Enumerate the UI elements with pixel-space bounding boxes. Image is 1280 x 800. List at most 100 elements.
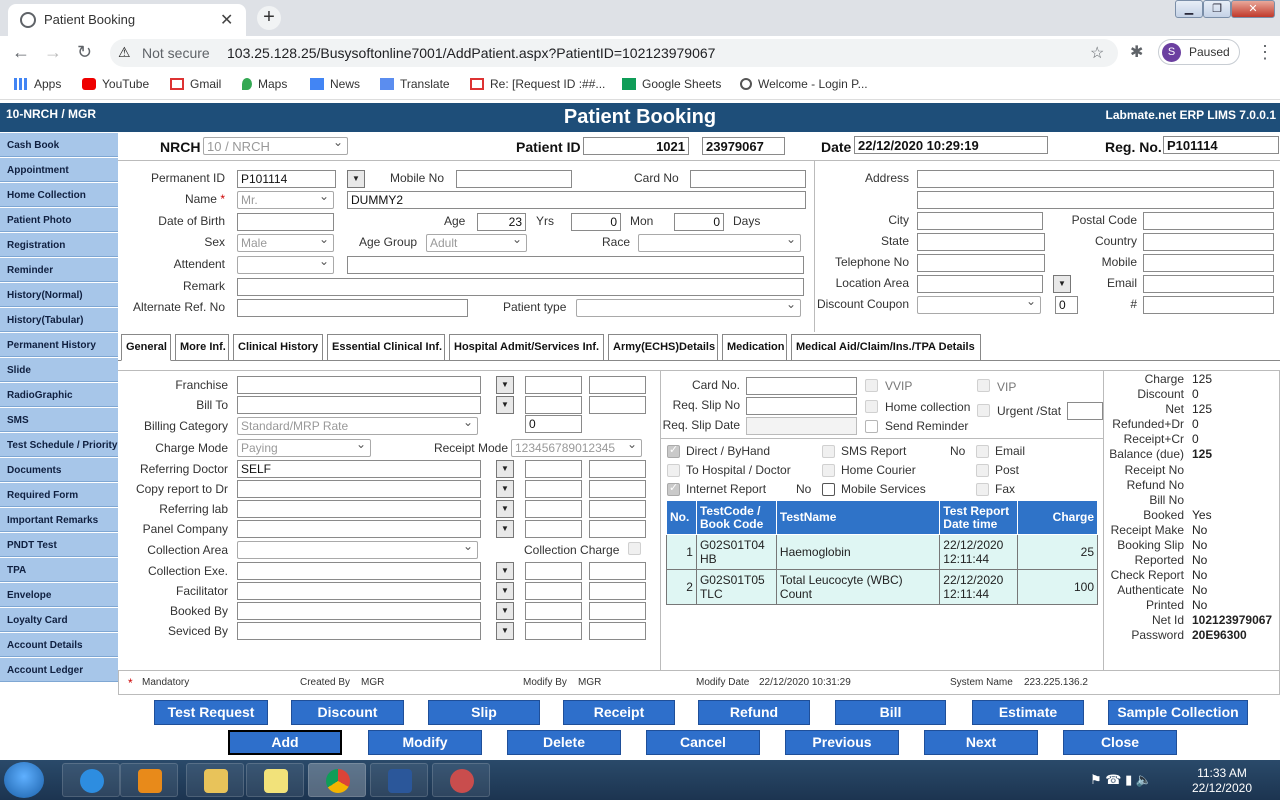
urgent-field[interactable] [1067,402,1103,420]
to-hospital-checkbox[interactable] [667,464,680,477]
sidebar-item-slide[interactable]: Slide [0,358,118,382]
billing-number-field[interactable]: 0 [525,415,582,433]
collection-exe-code-field[interactable] [525,562,582,580]
req-slip-date-field[interactable] [746,417,857,435]
bookmark-apps[interactable]: Apps [14,77,61,91]
bill-to-extra-field[interactable] [589,396,646,414]
add-button[interactable]: Add [228,730,342,755]
receipt-button[interactable]: Receipt [563,700,675,725]
copy-report-code-field[interactable] [525,480,582,498]
omnibox[interactable]: ⚠ Not secure 103.25.128.25/Busysoftonlin… [110,39,1118,67]
bookmark-youtube[interactable]: YouTube [82,77,149,91]
sidebar-item-envelope[interactable]: Envelope [0,583,118,607]
tab-army-echs-details[interactable]: Army(ECHS)Details [608,334,718,360]
start-button[interactable] [4,762,44,798]
address-line2[interactable] [917,191,1274,209]
facilitator-extra-field[interactable] [589,582,646,600]
sidebar-item-radiographic[interactable]: RadioGraphic [0,383,118,407]
facilitator-dropdown[interactable]: ▼ [496,582,514,600]
panel-company-dropdown[interactable]: ▼ [496,520,514,538]
sidebar-item-pndt-test[interactable]: PNDT Test [0,533,118,557]
facilitator-code-field[interactable] [525,582,582,600]
refund-button[interactable]: Refund [698,700,810,725]
vip-checkbox[interactable] [977,379,990,392]
browser-tab[interactable]: Patient Booking ✕ [8,4,246,36]
collection-charge-checkbox[interactable] [628,542,641,555]
email-field[interactable] [1143,275,1274,293]
city-field[interactable] [917,212,1043,230]
forward-icon[interactable]: → [44,42,62,63]
copy-report-dropdown[interactable]: ▼ [496,480,514,498]
permanent-id-dropdown[interactable]: ▼ [347,170,365,188]
referring-doctor-extra-field[interactable] [589,460,646,478]
title-select[interactable]: Mr. [237,191,334,209]
sidebar-item-appointment[interactable]: Appointment [0,158,118,182]
referring-lab-field[interactable] [237,500,481,518]
patient-id-part2[interactable]: 23979067 [702,137,785,155]
age-group-select[interactable]: Adult [426,234,527,252]
sidebar-item-sms[interactable]: SMS [0,408,118,432]
urgent-checkbox[interactable] [977,404,990,417]
days-field[interactable]: 0 [674,213,724,231]
email-checkbox[interactable] [976,445,989,458]
charge-mode-select[interactable]: Paying [237,439,371,457]
collection-exe-extra-field[interactable] [589,562,646,580]
race-select[interactable] [638,234,801,252]
sidebar-item-account-details[interactable]: Account Details [0,633,118,657]
franchise-field[interactable] [237,376,481,394]
sms-report-checkbox[interactable] [822,445,835,458]
booked-by-field[interactable] [237,602,481,620]
home-courier-checkbox[interactable] [822,464,835,477]
bill-to-field[interactable] [237,396,481,414]
sidebar-item-important-remarks[interactable]: Important Remarks [0,508,118,532]
vvip-checkbox[interactable] [865,379,878,392]
bill-to-dropdown[interactable]: ▼ [496,396,514,414]
patient-type-select[interactable] [576,299,801,317]
bookmark-google-sheets[interactable]: Google Sheets [622,77,721,91]
postal-code-field[interactable] [1143,212,1274,230]
reload-icon[interactable]: ↻ [77,42,92,63]
card-no-field[interactable] [690,170,806,188]
bill-to-code-field[interactable] [525,396,582,414]
serviced-by-dropdown[interactable]: ▼ [496,622,514,640]
sidebar-item-tpa[interactable]: TPA [0,558,118,582]
booked-by-extra-field[interactable] [589,602,646,620]
tab-more-inf-[interactable]: More Inf. [175,334,229,360]
sidebar-item-history-normal-[interactable]: History(Normal) [0,283,118,307]
snipping-tool-taskbar-icon[interactable] [432,763,490,797]
bookmark-translate[interactable]: Translate [380,77,450,91]
bookmark-request[interactable]: Re: [Request ID :##... [470,77,605,91]
referring-lab-code-field[interactable] [525,500,582,518]
chrome-taskbar-icon[interactable] [308,763,366,797]
referring-lab-dropdown[interactable]: ▼ [496,500,514,518]
hash-field[interactable] [1143,296,1274,314]
new-tab-button[interactable]: + [257,6,281,30]
sidebar-item-account-ledger[interactable]: Account Ledger [0,658,118,682]
reg-no-field[interactable]: P101114 [1163,136,1279,154]
back-icon[interactable]: ← [12,42,30,63]
tab-general[interactable]: General [121,334,171,361]
franchise-extra-field[interactable] [589,376,646,394]
panel-company-extra-field[interactable] [589,520,646,538]
franchise-code-field[interactable] [525,376,582,394]
attendent-select[interactable] [237,256,334,274]
facilitator-field[interactable] [237,582,481,600]
close-window-button[interactable]: ✕ [1231,0,1275,18]
age-field[interactable]: 23 [477,213,526,231]
sidebar-item-test-schedule-priority[interactable]: Test Schedule / Priority [0,433,118,457]
test-request-button[interactable]: Test Request [154,700,268,725]
bill-button[interactable]: Bill [835,700,946,725]
minimize-button[interactable]: ▁ [1175,0,1203,18]
maximize-button[interactable]: ❐ [1203,0,1231,18]
sidebar-item-registration[interactable]: Registration [0,233,118,257]
cancel-button[interactable]: Cancel [646,730,760,755]
receipt-mode-select[interactable]: 123456789012345 [511,439,642,457]
mobile-no-field[interactable] [456,170,572,188]
address-line1[interactable] [917,170,1274,188]
previous-button[interactable]: Previous [785,730,899,755]
collection-area-select[interactable] [237,541,478,559]
send-reminder-checkbox[interactable] [865,420,878,433]
franchise-dropdown[interactable]: ▼ [496,376,514,394]
extensions-icon[interactable]: ✱ [1130,42,1143,62]
tab-essential-clinical-inf-[interactable]: Essential Clinical Inf. [327,334,445,360]
